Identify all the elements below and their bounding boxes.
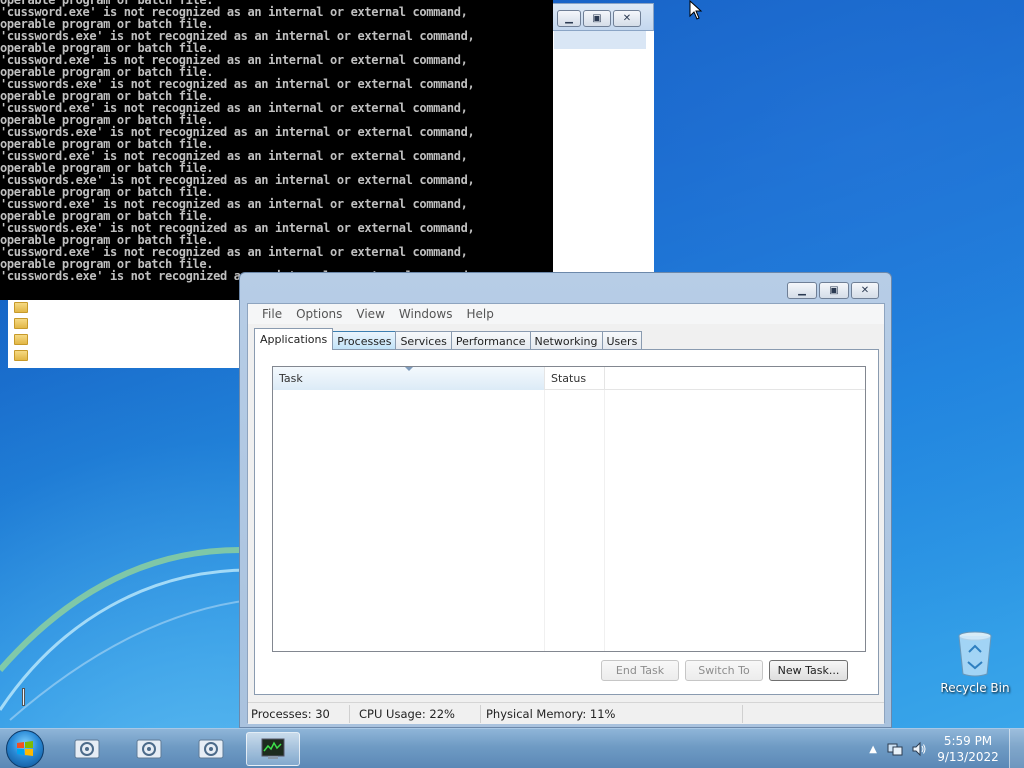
text-caret bbox=[22, 688, 25, 706]
task-list[interactable]: Task Status bbox=[272, 366, 866, 652]
column-status[interactable]: Status bbox=[545, 367, 605, 390]
console-window[interactable]: operable program or batch file.'cussword… bbox=[0, 0, 553, 300]
task-manager-titlebar[interactable]: ▁ ▣ ✕ bbox=[240, 273, 891, 303]
clock-date: 9/13/2022 bbox=[937, 750, 999, 764]
menu-view[interactable]: View bbox=[349, 307, 391, 321]
recycle-bin-icon bbox=[958, 631, 992, 677]
tab-strip: Applications Processes Services Performa… bbox=[254, 328, 643, 350]
taskbar-item-app3[interactable] bbox=[184, 732, 238, 766]
tab-processes[interactable]: Processes bbox=[332, 331, 397, 350]
switch-to-button[interactable]: Switch To bbox=[685, 660, 763, 681]
volume-icon[interactable] bbox=[911, 741, 927, 757]
minimize-button[interactable]: ▁ bbox=[787, 282, 817, 299]
show-hidden-icons-icon[interactable]: ▲ bbox=[869, 744, 877, 755]
menu-options[interactable]: Options bbox=[289, 307, 349, 321]
status-physical-memory: Physical Memory: 11% bbox=[481, 704, 743, 723]
background-window-titlebar[interactable]: ▁ ▣ ✕ bbox=[540, 3, 654, 31]
task-list-header: Task Status bbox=[273, 367, 865, 390]
applications-panel: Task Status End Task Switch To New Task.… bbox=[254, 349, 879, 695]
menu-file[interactable]: File bbox=[255, 307, 289, 321]
taskbar-item-task-manager[interactable] bbox=[246, 732, 300, 766]
status-cpu-usage: CPU Usage: 22% bbox=[350, 704, 481, 723]
folder-icon[interactable] bbox=[14, 318, 28, 329]
task-manager-window: ▁ ▣ ✕ File Options View Windows Help App… bbox=[239, 272, 892, 728]
network-icon[interactable] bbox=[887, 741, 903, 757]
tab-services[interactable]: Services bbox=[395, 331, 452, 350]
folder-icon[interactable] bbox=[14, 350, 28, 361]
gear-window-icon bbox=[198, 739, 224, 759]
minimize-button[interactable]: ▁ bbox=[557, 10, 581, 27]
column-divider bbox=[604, 390, 605, 651]
gear-window-icon bbox=[74, 739, 100, 759]
tab-networking[interactable]: Networking bbox=[529, 331, 603, 350]
gear-window-icon bbox=[136, 739, 162, 759]
maximize-button[interactable]: ▣ bbox=[583, 10, 611, 27]
recycle-bin[interactable]: Recycle Bin bbox=[940, 630, 1010, 695]
folder-icon[interactable] bbox=[14, 334, 28, 345]
clock[interactable]: 5:59 PM 9/13/2022 bbox=[933, 733, 1003, 765]
new-task-button[interactable]: New Task... bbox=[769, 660, 848, 681]
status-processes: Processes: 30 bbox=[248, 704, 350, 723]
menu-help[interactable]: Help bbox=[459, 307, 500, 321]
tab-applications[interactable]: Applications bbox=[254, 328, 334, 350]
status-bar: Processes: 30 CPU Usage: 22% Physical Me… bbox=[248, 702, 884, 724]
system-tray: ▲ 5:59 PM 9/13/2022 bbox=[869, 729, 1024, 768]
column-divider bbox=[544, 390, 545, 651]
taskbar: ▲ 5:59 PM 9/13/2022 bbox=[0, 728, 1024, 768]
column-status-label: Status bbox=[551, 372, 587, 385]
tab-performance[interactable]: Performance bbox=[450, 331, 531, 350]
sort-arrow-icon bbox=[405, 367, 413, 371]
background-window-strip bbox=[554, 31, 646, 49]
recycle-bin-label: Recycle Bin bbox=[940, 681, 1010, 695]
menu-bar: File Options View Windows Help bbox=[248, 304, 884, 324]
taskbar-item-app1[interactable] bbox=[60, 732, 114, 766]
column-task[interactable]: Task bbox=[273, 367, 545, 390]
tab-users[interactable]: Users bbox=[601, 331, 643, 350]
maximize-button[interactable]: ▣ bbox=[819, 282, 849, 299]
mouse-cursor-icon bbox=[689, 0, 703, 20]
folder-icon[interactable] bbox=[14, 302, 28, 313]
close-button[interactable]: ✕ bbox=[851, 282, 879, 299]
start-button[interactable] bbox=[6, 730, 44, 768]
show-desktop-button[interactable] bbox=[1009, 729, 1024, 768]
background-window: ▁ ▣ ✕ bbox=[540, 3, 654, 273]
task-manager-icon bbox=[261, 738, 285, 759]
column-task-label: Task bbox=[279, 372, 303, 385]
close-button[interactable]: ✕ bbox=[613, 10, 641, 27]
task-manager-client: File Options View Windows Help Applicati… bbox=[247, 303, 885, 724]
clock-time: 5:59 PM bbox=[943, 734, 993, 748]
folder-panel bbox=[8, 300, 240, 368]
windows-logo-icon bbox=[17, 741, 33, 756]
desktop: ▁ ▣ ✕ operable program or batch file.'cu… bbox=[0, 0, 1024, 728]
taskbar-item-app2[interactable] bbox=[122, 732, 176, 766]
menu-windows[interactable]: Windows bbox=[392, 307, 460, 321]
end-task-button[interactable]: End Task bbox=[601, 660, 679, 681]
wallpaper-swoosh bbox=[0, 547, 251, 721]
